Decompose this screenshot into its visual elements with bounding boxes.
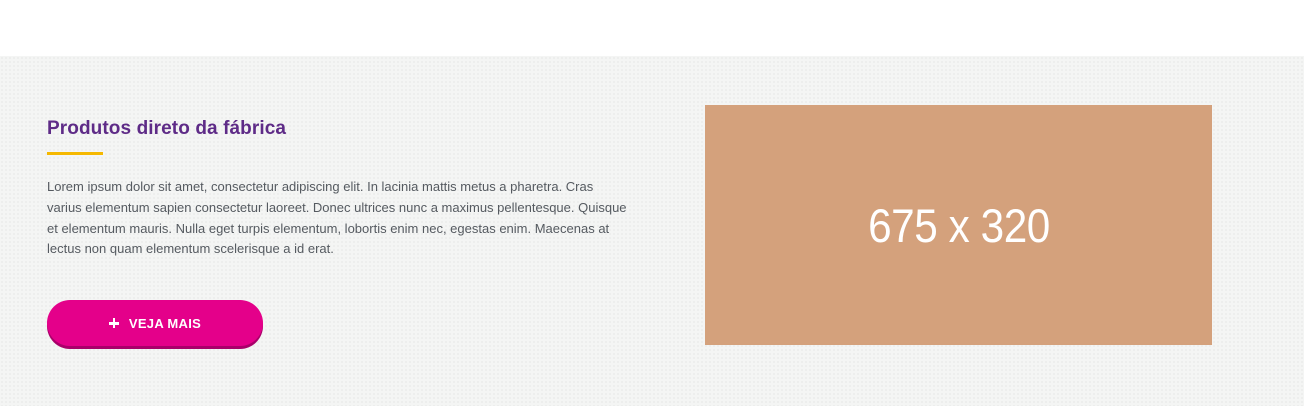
section-description: Lorem ipsum dolor sit amet, consectetur … — [47, 179, 627, 257]
title-underline — [47, 152, 103, 155]
page-bottom-band — [0, 406, 1304, 412]
veja-mais-button[interactable]: VEJA MAIS — [47, 300, 263, 346]
placeholder-image: 675 x 320 — [705, 105, 1212, 345]
plus-icon — [108, 318, 119, 328]
section-title: Produtos direto da fábrica — [47, 118, 287, 139]
placeholder-image-label: 675 x 320 — [867, 198, 1050, 252]
page-top-band — [0, 0, 1304, 56]
veja-mais-label: VEJA MAIS — [128, 315, 202, 331]
